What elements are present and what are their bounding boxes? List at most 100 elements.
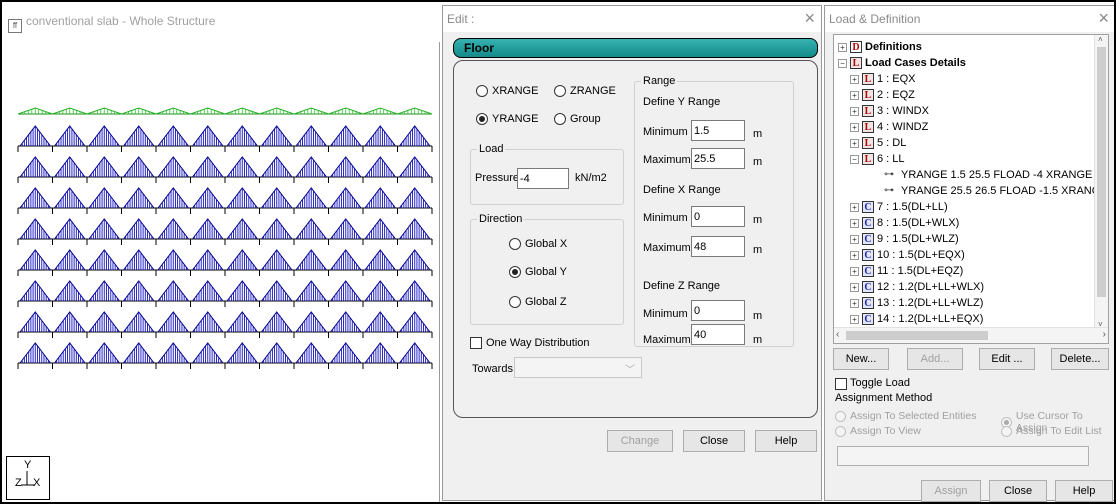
pressure-input[interactable] <box>517 168 569 189</box>
tree-load-case-label: 10 : 1.5(DL+EQX) <box>877 249 965 261</box>
dialog-title: Edit : <box>447 12 475 26</box>
tree-vertical-scroll-thumb[interactable] <box>1097 47 1106 297</box>
expand-icon[interactable]: + <box>850 106 859 116</box>
tree-load-case-label: 9 : 1.5(DL+WLZ) <box>877 233 959 245</box>
expand-icon[interactable]: + <box>838 42 847 52</box>
radio-global-x-label: Global X <box>525 238 568 250</box>
tree-load-case-item[interactable]: + L 4 : WINDZ <box>850 119 928 135</box>
expand-icon[interactable]: + <box>850 122 859 132</box>
combination-icon: C <box>862 217 874 229</box>
load-case-icon: L <box>862 105 874 117</box>
load-case-icon: L <box>862 121 874 133</box>
edit-button[interactable]: Edit ... <box>979 348 1035 370</box>
help-button[interactable]: Help <box>755 430 817 452</box>
y-min-input[interactable] <box>691 120 745 141</box>
radio-zrange[interactable]: ZRANGE <box>554 85 616 97</box>
tree-load-case-item[interactable]: + C 12 : 1.2(DL+LL+WLX) <box>850 279 984 295</box>
expand-icon[interactable]: + <box>850 282 859 292</box>
tree-definitions[interactable]: + D Definitions <box>838 39 922 55</box>
tree-load-item[interactable]: ⊶ YRANGE 25.5 26.5 FLOAD -1.5 XRANGE 0 <box>884 183 1108 199</box>
x-max-input[interactable] <box>691 236 745 257</box>
expand-icon[interactable]: + <box>850 202 859 212</box>
tree-load-case-item[interactable]: + C 13 : 1.2(DL+LL+WLZ) <box>850 295 983 311</box>
x-min-unit: m <box>753 214 763 226</box>
tree-load-case-item[interactable]: + C 8 : 1.5(DL+WLX) <box>850 215 959 231</box>
radio-xrange[interactable]: XRANGE <box>476 85 538 97</box>
definitions-icon: D <box>850 41 862 53</box>
radio-assign-edit-list[interactable]: Assign To Edit List <box>1001 425 1102 437</box>
one-way-distribution-checkbox[interactable] <box>470 337 482 349</box>
expand-icon[interactable]: + <box>850 314 859 324</box>
expand-icon[interactable]: + <box>850 218 859 228</box>
tree-load-case-label: 6 : LL <box>877 153 905 165</box>
tree-load-case-item[interactable]: + C 11 : 1.5(DL+EQZ) <box>850 263 963 279</box>
assign-button[interactable]: Assign <box>921 480 981 502</box>
help-panel-button[interactable]: Help <box>1055 480 1113 502</box>
tree-load-case-label: 1 : EQX <box>877 73 916 85</box>
add-button[interactable]: Add... <box>907 348 963 370</box>
expand-icon[interactable]: + <box>850 250 859 260</box>
tree-load-case-item[interactable]: + C 7 : 1.5(DL+LL) <box>850 199 948 215</box>
radio-global-y[interactable]: Global Y <box>509 266 567 278</box>
close-button[interactable]: Close <box>683 430 745 452</box>
combination-icon: C <box>862 265 874 277</box>
expand-icon[interactable]: + <box>850 74 859 84</box>
tree-load-case-item[interactable]: + C 14 : 1.2(DL+LL+EQX) <box>850 311 983 327</box>
toggle-load-checkbox[interactable] <box>835 378 847 390</box>
expand-icon[interactable]: + <box>850 298 859 308</box>
expand-icon[interactable]: + <box>850 234 859 244</box>
x-min-input[interactable] <box>691 206 745 227</box>
tree-load-case-item[interactable]: + C 9 : 1.5(DL+WLZ) <box>850 231 959 247</box>
scroll-right-icon[interactable]: › <box>1103 329 1106 340</box>
z-max-input[interactable] <box>691 324 745 345</box>
tree-load-case-item[interactable]: + L 1 : EQX <box>850 71 916 87</box>
tree-load-cases[interactable]: − L Load Cases Details <box>838 55 966 71</box>
expand-icon[interactable]: + <box>850 266 859 276</box>
radio-global-x[interactable]: Global X <box>509 238 567 250</box>
collapse-icon[interactable]: − <box>850 154 859 164</box>
edit-dialog: Edit : × Floor XRANGE ZRANGE YRANGE Grou… <box>442 5 822 501</box>
range-group: Range Define Y Range Minimum m Maximum m… <box>634 75 794 347</box>
expand-icon[interactable]: + <box>850 90 859 100</box>
range-group-label: Range <box>641 75 678 87</box>
radio-yrange[interactable]: YRANGE <box>476 113 538 125</box>
dialog-title-bar: Edit : × <box>443 6 821 32</box>
load-tree[interactable]: + D Definitions − L Load Cases Details +… <box>833 34 1109 344</box>
structure-canvas[interactable] <box>2 42 440 502</box>
combination-icon: C <box>862 249 874 261</box>
y-max-input[interactable] <box>691 148 745 169</box>
new-button[interactable]: New... <box>833 348 889 370</box>
tree-horizontal-scrollbar[interactable]: ‹ › <box>834 327 1108 343</box>
tree-load-case-item[interactable]: + L 3 : WINDX <box>850 103 929 119</box>
z-max-unit: m <box>753 334 763 346</box>
tree-load-case-item[interactable]: + L 5 : DL <box>850 135 906 151</box>
x-max-unit: m <box>753 244 763 256</box>
tree-load-item[interactable]: ⊶ YRANGE 1.5 25.5 FLOAD -4 XRANGE 0 48 <box>884 167 1108 183</box>
radio-group[interactable]: Group <box>554 113 601 125</box>
load-definition-title-bar: Load & Definition × <box>825 6 1114 32</box>
tree-vertical-scrollbar[interactable]: ˄ ˅ <box>1094 35 1108 329</box>
radio-assign-selected[interactable]: Assign To Selected Entities <box>835 410 976 422</box>
tree-load-case-label: 11 : 1.5(DL+EQZ) <box>877 265 964 277</box>
towards-select[interactable]: ﹀ <box>514 357 642 378</box>
tree-load-case-item[interactable]: − L 6 : LL <box>850 151 905 167</box>
delete-button[interactable]: Delete... <box>1051 348 1109 370</box>
tree-load-case-item[interactable]: + L 2 : EQZ <box>850 87 915 103</box>
close-panel-button[interactable]: Close <box>989 480 1047 502</box>
assignment-list-field[interactable] <box>837 446 1089 466</box>
scroll-up-icon[interactable]: ˄ <box>1098 35 1103 44</box>
radio-global-z[interactable]: Global Z <box>509 296 567 308</box>
close-icon[interactable]: × <box>1098 8 1109 29</box>
load-case-icon: L <box>862 137 874 149</box>
structure-window-icon: ff <box>8 19 22 33</box>
tree-load-case-item[interactable]: + C 10 : 1.5(DL+EQX) <box>850 247 965 263</box>
collapse-icon[interactable]: − <box>838 58 847 68</box>
close-icon[interactable]: × <box>804 8 815 29</box>
structure-viewport[interactable]: ff conventional slab - Whole Structure Y … <box>2 2 440 502</box>
z-min-input[interactable] <box>691 300 745 321</box>
expand-icon[interactable]: + <box>850 138 859 148</box>
scroll-left-icon[interactable]: ‹ <box>836 329 839 340</box>
change-button[interactable]: Change <box>607 430 673 452</box>
radio-assign-view[interactable]: Assign To View <box>835 425 921 437</box>
tree-horizontal-scroll-thumb[interactable] <box>846 331 988 340</box>
